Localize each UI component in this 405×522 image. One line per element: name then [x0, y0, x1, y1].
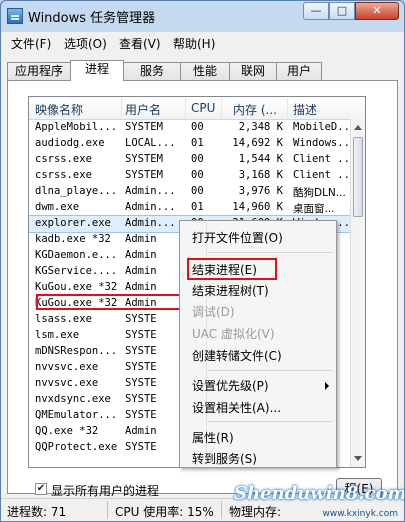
- cell-user-name: SYSTEM: [125, 153, 163, 165]
- cell-image-name: audiodg.exe: [35, 137, 105, 149]
- task-manager-icon: [7, 8, 23, 24]
- cell-image-name: dlna_playe...: [35, 185, 118, 197]
- cell-image-name: lsm.exe: [35, 329, 80, 341]
- cell-image-name: csrss.exe: [35, 153, 92, 165]
- cell-image-name: dwm.exe: [35, 201, 80, 213]
- cell-cpu: 01: [191, 137, 204, 149]
- close-button[interactable]: ✕: [355, 2, 399, 20]
- cell-image-name: nvvsvc.exe: [35, 377, 99, 389]
- cell-cpu: 00: [191, 169, 204, 181]
- scroll-down-icon[interactable]: [354, 456, 362, 461]
- cell-image-name: csrss.exe: [35, 169, 92, 181]
- show-all-checkbox[interactable]: ✔: [35, 483, 47, 495]
- menu-end-process-tree[interactable]: 结束进程树(T): [192, 282, 269, 299]
- tab-networking[interactable]: 联网: [229, 62, 277, 80]
- explorer-row-highlight: [36, 294, 184, 310]
- cell-user-name: SYSTEM: [125, 169, 163, 181]
- cell-image-name: QMEmulator...: [35, 409, 118, 421]
- tab-performance[interactable]: 性能: [180, 62, 230, 80]
- cell-cpu: 01: [191, 201, 204, 213]
- watermark-text: Shenduwin8.com: [234, 483, 405, 504]
- header-user-name[interactable]: 用户名: [125, 101, 161, 118]
- cell-description: MobileD...: [293, 121, 351, 133]
- table-row[interactable]: audiodg.exe LOCAL... 01 14,692 K Windows...: [29, 136, 351, 152]
- submenu-arrow-icon: [325, 382, 329, 390]
- header-description[interactable]: 描述: [293, 101, 317, 118]
- cell-image-name: KuGou.exe *32: [35, 281, 118, 293]
- cell-cpu: 00: [191, 185, 204, 197]
- menu-set-priority[interactable]: 设置优先级(P): [192, 377, 269, 394]
- menu-options[interactable]: 选项(O): [64, 35, 107, 52]
- cell-cpu: 00: [191, 153, 204, 165]
- scroll-up-icon[interactable]: [354, 125, 362, 130]
- cell-image-name: AppleMobil...: [35, 121, 118, 133]
- table-row[interactable]: csrss.exe SYSTEM 00 1,544 K Client ...: [29, 152, 351, 168]
- show-all-label: 显示所有用户的进程: [51, 484, 160, 498]
- table-row[interactable]: dlna_playe... Admin... 00 3,976 K 酷狗DLN...: [29, 184, 351, 200]
- cell-image-name: QQ.exe *32: [35, 425, 99, 437]
- table-row[interactable]: csrss.exe SYSTEM 00 3,168 K Client ...: [29, 168, 351, 184]
- menu-file[interactable]: 文件(F): [11, 35, 51, 52]
- cell-memory: 1,544 K: [238, 153, 283, 165]
- tab-applications[interactable]: 应用程序: [7, 62, 71, 80]
- cell-image-name: kadb.exe *32: [35, 233, 111, 245]
- cell-image-name: lsass.exe: [35, 313, 92, 325]
- table-row[interactable]: dwm.exe Admin... 01 14,960 K 桌面窗...: [29, 200, 351, 216]
- cell-image-name: KGService....: [35, 265, 118, 277]
- header-cpu[interactable]: CPU: [191, 101, 215, 115]
- cell-cpu: 00: [191, 121, 204, 133]
- scroll-thumb[interactable]: [353, 137, 363, 217]
- cell-image-name: explorer.exe: [35, 217, 111, 229]
- menu-set-affinity[interactable]: 设置相关性(A)...: [192, 399, 281, 416]
- watermark: Shenduwin8.com www.kxinyk.com: [226, 477, 404, 521]
- header-memory[interactable]: 内存 (...: [233, 101, 277, 118]
- menu-help[interactable]: 帮助(H): [173, 35, 215, 52]
- menu-create-dump-file[interactable]: 创建转储文件(C): [192, 347, 282, 364]
- cell-description: 酷狗DLN...: [293, 187, 346, 199]
- window-title: Windows 任务管理器: [28, 11, 156, 26]
- table-row[interactable]: AppleMobil... SYSTEM 00 2,348 K MobileD...: [29, 120, 351, 136]
- tab-users[interactable]: 用户: [276, 62, 322, 80]
- cell-image-name: nvxdsync.exe: [35, 393, 111, 405]
- title-bar[interactable]: Windows 任务管理器 — □ ✕: [1, 1, 404, 31]
- cell-description: Client ...: [293, 169, 351, 181]
- cell-user-name: Admin...: [125, 201, 176, 213]
- cell-user-name: Admin...: [125, 185, 176, 197]
- cell-image-name: QQProtect.exe: [35, 441, 118, 453]
- tab-processes[interactable]: 进程: [70, 60, 124, 81]
- watermark-url: www.kxinyk.com: [322, 509, 398, 519]
- menu-debug: 调试(D): [192, 305, 235, 319]
- maximize-button[interactable]: □: [329, 2, 355, 20]
- menu-bar: 文件(F) 选项(O) 查看(V) 帮助(H): [1, 32, 404, 52]
- task-manager-window: Windows 任务管理器 — □ ✕ 文件(F) 选项(O) 查看(V) 帮助…: [0, 0, 405, 522]
- cell-user-name: SYSTEM: [125, 121, 163, 133]
- menu-open-file-location[interactable]: 打开文件位置(O): [192, 229, 283, 246]
- cell-memory: 3,168 K: [238, 169, 283, 181]
- context-menu: 打开文件位置(O) 结束进程(E) 结束进程树(T) 调试(D) UAC 虚拟化…: [179, 220, 337, 468]
- tab-services[interactable]: 服务: [123, 62, 181, 80]
- cell-memory: 2,348 K: [238, 121, 283, 133]
- cell-description: 桌面窗...: [293, 203, 335, 215]
- cell-image-name: nvvsvc.exe: [35, 361, 99, 373]
- cell-description: Client ...: [293, 153, 351, 165]
- menu-uac-virtualization: UAC 虚拟化(V): [192, 327, 275, 341]
- cell-user-name: LOCAL...: [125, 137, 176, 149]
- process-count: 进程数: 71: [7, 505, 67, 519]
- column-header: 映像名称 用户名 CPU 内存 (... 描述: [29, 97, 365, 120]
- menu-view[interactable]: 查看(V): [119, 35, 161, 52]
- cpu-usage: CPU 使用率: 15%: [115, 505, 214, 519]
- cell-memory: 14,960 K: [232, 201, 283, 213]
- header-image-name[interactable]: 映像名称: [35, 101, 83, 118]
- end-process-highlight: [187, 258, 277, 280]
- menu-properties[interactable]: 属性(R): [192, 429, 234, 446]
- cell-image-name: KGDaemon.e...: [35, 249, 118, 261]
- cell-description: Windows...: [293, 137, 351, 149]
- cell-memory: 3,976 K: [238, 185, 283, 197]
- cell-memory: 14,692 K: [232, 137, 283, 149]
- minimize-button[interactable]: —: [303, 2, 329, 20]
- cell-image-name: mDNSRespon...: [35, 345, 118, 357]
- menu-go-to-service[interactable]: 转到服务(S): [192, 450, 257, 467]
- vertical-scrollbar[interactable]: [350, 119, 365, 467]
